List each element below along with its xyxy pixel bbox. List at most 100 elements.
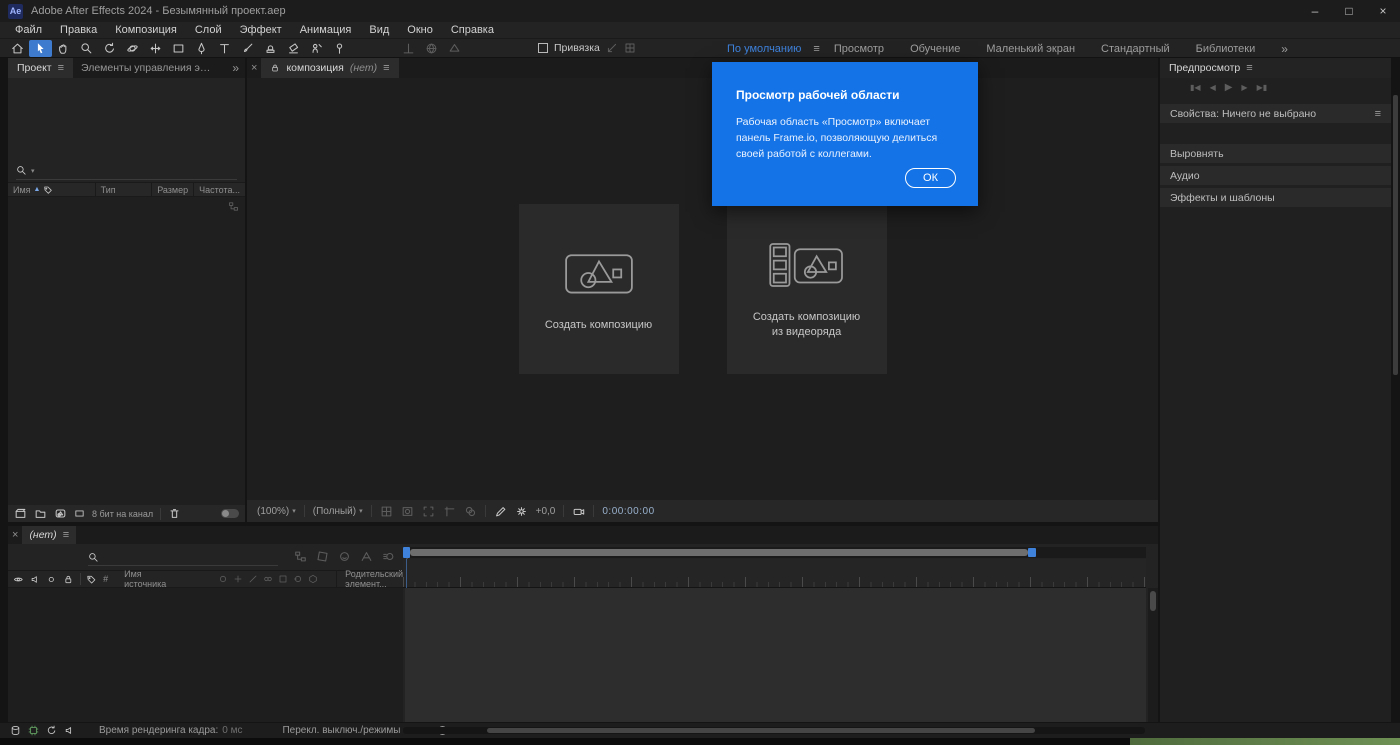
timeline-vertical-scrollbar[interactable]: [1148, 588, 1158, 722]
lock-icon[interactable]: [63, 574, 74, 585]
timeline-tab-close-icon[interactable]: ×: [8, 529, 22, 541]
guides-icon[interactable]: [443, 505, 456, 518]
type-tool[interactable]: [213, 40, 236, 57]
effects-switch-icon[interactable]: [263, 574, 273, 584]
menu-file[interactable]: Файл: [6, 24, 51, 36]
composition-panel-menu-icon[interactable]: ≡: [383, 62, 389, 74]
timeline-panel-menu-icon[interactable]: ≡: [63, 529, 69, 541]
minimize-icon[interactable]: –: [1298, 0, 1332, 22]
channels-icon[interactable]: [464, 505, 477, 518]
timeline-track-area[interactable]: [405, 588, 1146, 722]
timeline-search-input[interactable]: [103, 552, 278, 563]
resolution-dropdown[interactable]: (Полный) ▾: [313, 506, 363, 517]
previous-frame-button[interactable]: ◀: [1210, 83, 1216, 92]
workspace-overflow-button[interactable]: »: [1281, 42, 1288, 56]
puppet-pin-tool[interactable]: [328, 40, 351, 57]
search-caret-icon[interactable]: ▾: [31, 167, 35, 175]
sync-indicator-icon[interactable]: [46, 725, 57, 736]
close-icon[interactable]: ×: [1366, 0, 1400, 22]
gpu-indicator-icon[interactable]: [28, 725, 39, 736]
workspace-libraries[interactable]: Библиотеки: [1196, 43, 1256, 55]
preview-panel-menu-icon[interactable]: ≡: [1246, 62, 1252, 74]
properties-panel-menu-icon[interactable]: ≡: [1375, 108, 1381, 120]
quality-switch-icon[interactable]: [248, 574, 258, 584]
motion-blur-icon[interactable]: [382, 550, 395, 563]
workspace-standard[interactable]: Стандартный: [1101, 43, 1170, 55]
trash-icon[interactable]: [168, 507, 181, 520]
cache-indicator-icon[interactable]: [10, 725, 21, 736]
color-depth-icon[interactable]: [74, 507, 85, 520]
column-frequency[interactable]: Частота...: [194, 183, 245, 196]
brush-tool[interactable]: [236, 40, 259, 57]
align-panel-header[interactable]: Выровнять: [1160, 144, 1391, 163]
timeline-layer-list[interactable]: [8, 588, 403, 722]
menu-composition[interactable]: Композиция: [106, 24, 186, 36]
properties-panel-header[interactable]: Свойства: Ничего не выбрано ≡: [1160, 104, 1391, 123]
menu-window[interactable]: Окно: [398, 24, 442, 36]
menu-effect[interactable]: Эффект: [231, 24, 291, 36]
world-axis-mode-button[interactable]: [420, 40, 443, 57]
interpret-footage-icon[interactable]: [14, 507, 27, 520]
column-name[interactable]: Имя ▲: [8, 183, 96, 196]
new-composition-card[interactable]: Создать композицию: [519, 204, 679, 374]
workspace-menu-icon[interactable]: ≡: [813, 43, 819, 55]
play-button[interactable]: ▶: [1225, 82, 1233, 93]
snap-grid-icon[interactable]: [624, 42, 636, 54]
layer-number-column[interactable]: #: [103, 574, 108, 584]
audio-indicator-icon[interactable]: [64, 725, 75, 736]
shy-icon[interactable]: [338, 550, 351, 563]
eye-icon[interactable]: [13, 574, 24, 585]
column-size[interactable]: Размер: [152, 183, 194, 196]
work-area-end-handle[interactable]: [1028, 548, 1036, 557]
panel-toggle-switch[interactable]: [221, 509, 239, 518]
view-axis-mode-button[interactable]: [443, 40, 466, 57]
eraser-tool[interactable]: [282, 40, 305, 57]
3d-switch-icon[interactable]: [308, 574, 318, 584]
timeline-horizontal-scrollbar[interactable]: [403, 727, 1145, 734]
project-search-input[interactable]: [39, 165, 237, 176]
selection-tool[interactable]: [29, 40, 52, 57]
home-button[interactable]: [6, 40, 29, 57]
menu-view[interactable]: Вид: [360, 24, 398, 36]
color-depth-label[interactable]: 8 бит на канал: [92, 509, 153, 519]
composition-tab-close-icon[interactable]: ×: [247, 62, 261, 74]
first-frame-button[interactable]: ▮◀: [1190, 83, 1201, 92]
project-tab-overflow[interactable]: »: [226, 61, 245, 75]
work-area-track[interactable]: [403, 547, 1146, 558]
snap-checkbox[interactable]: [538, 43, 548, 53]
preview-header[interactable]: Предпросмотр ≡: [1160, 58, 1391, 78]
tab-effect-controls[interactable]: Элементы управления эффектами: [73, 62, 223, 74]
collapse-switch-icon[interactable]: [233, 574, 243, 584]
menu-help[interactable]: Справка: [442, 24, 503, 36]
camera-tool[interactable]: [121, 40, 144, 57]
timeline-vertical-scroll-thumb[interactable]: [1150, 591, 1156, 611]
right-scrollbar[interactable]: [1393, 95, 1398, 375]
zoom-tool[interactable]: [75, 40, 98, 57]
roto-brush-tool[interactable]: [305, 40, 328, 57]
frame-blend-switch-icon[interactable]: [278, 574, 288, 584]
ok-button[interactable]: ОК: [905, 168, 956, 188]
local-axis-mode-button[interactable]: [397, 40, 420, 57]
project-item-list[interactable]: [8, 197, 245, 505]
audio-icon[interactable]: [30, 574, 41, 585]
tab-composition[interactable]: композиция (нет) ≡: [261, 58, 398, 78]
new-composition-icon[interactable]: [54, 507, 67, 520]
clone-stamp-tool[interactable]: [259, 40, 282, 57]
parent-link-column[interactable]: Родительский элемент...: [336, 571, 403, 587]
rectangle-tool[interactable]: [167, 40, 190, 57]
exposure-offset[interactable]: +0,0: [536, 506, 556, 517]
project-flowchart-icon[interactable]: [228, 201, 239, 212]
workspace-small-screen[interactable]: Маленький экран: [986, 43, 1075, 55]
toggle-switches-modes-button[interactable]: Перекл. выключ./режимы: [282, 725, 400, 736]
timeline-horizontal-scroll-thumb[interactable]: [487, 728, 1035, 733]
solo-icon[interactable]: [46, 574, 57, 585]
maximize-icon[interactable]: □: [1332, 0, 1366, 22]
tab-project[interactable]: Проект ≡: [8, 58, 73, 78]
pencil-icon[interactable]: [494, 505, 507, 518]
motion-blur-switch-icon[interactable]: [293, 574, 303, 584]
draft-3d-icon[interactable]: [316, 550, 329, 563]
project-panel-menu-icon[interactable]: ≡: [58, 62, 64, 74]
rotation-tool[interactable]: [98, 40, 121, 57]
last-frame-button[interactable]: ▶▮: [1257, 83, 1268, 92]
new-folder-icon[interactable]: [34, 507, 47, 520]
